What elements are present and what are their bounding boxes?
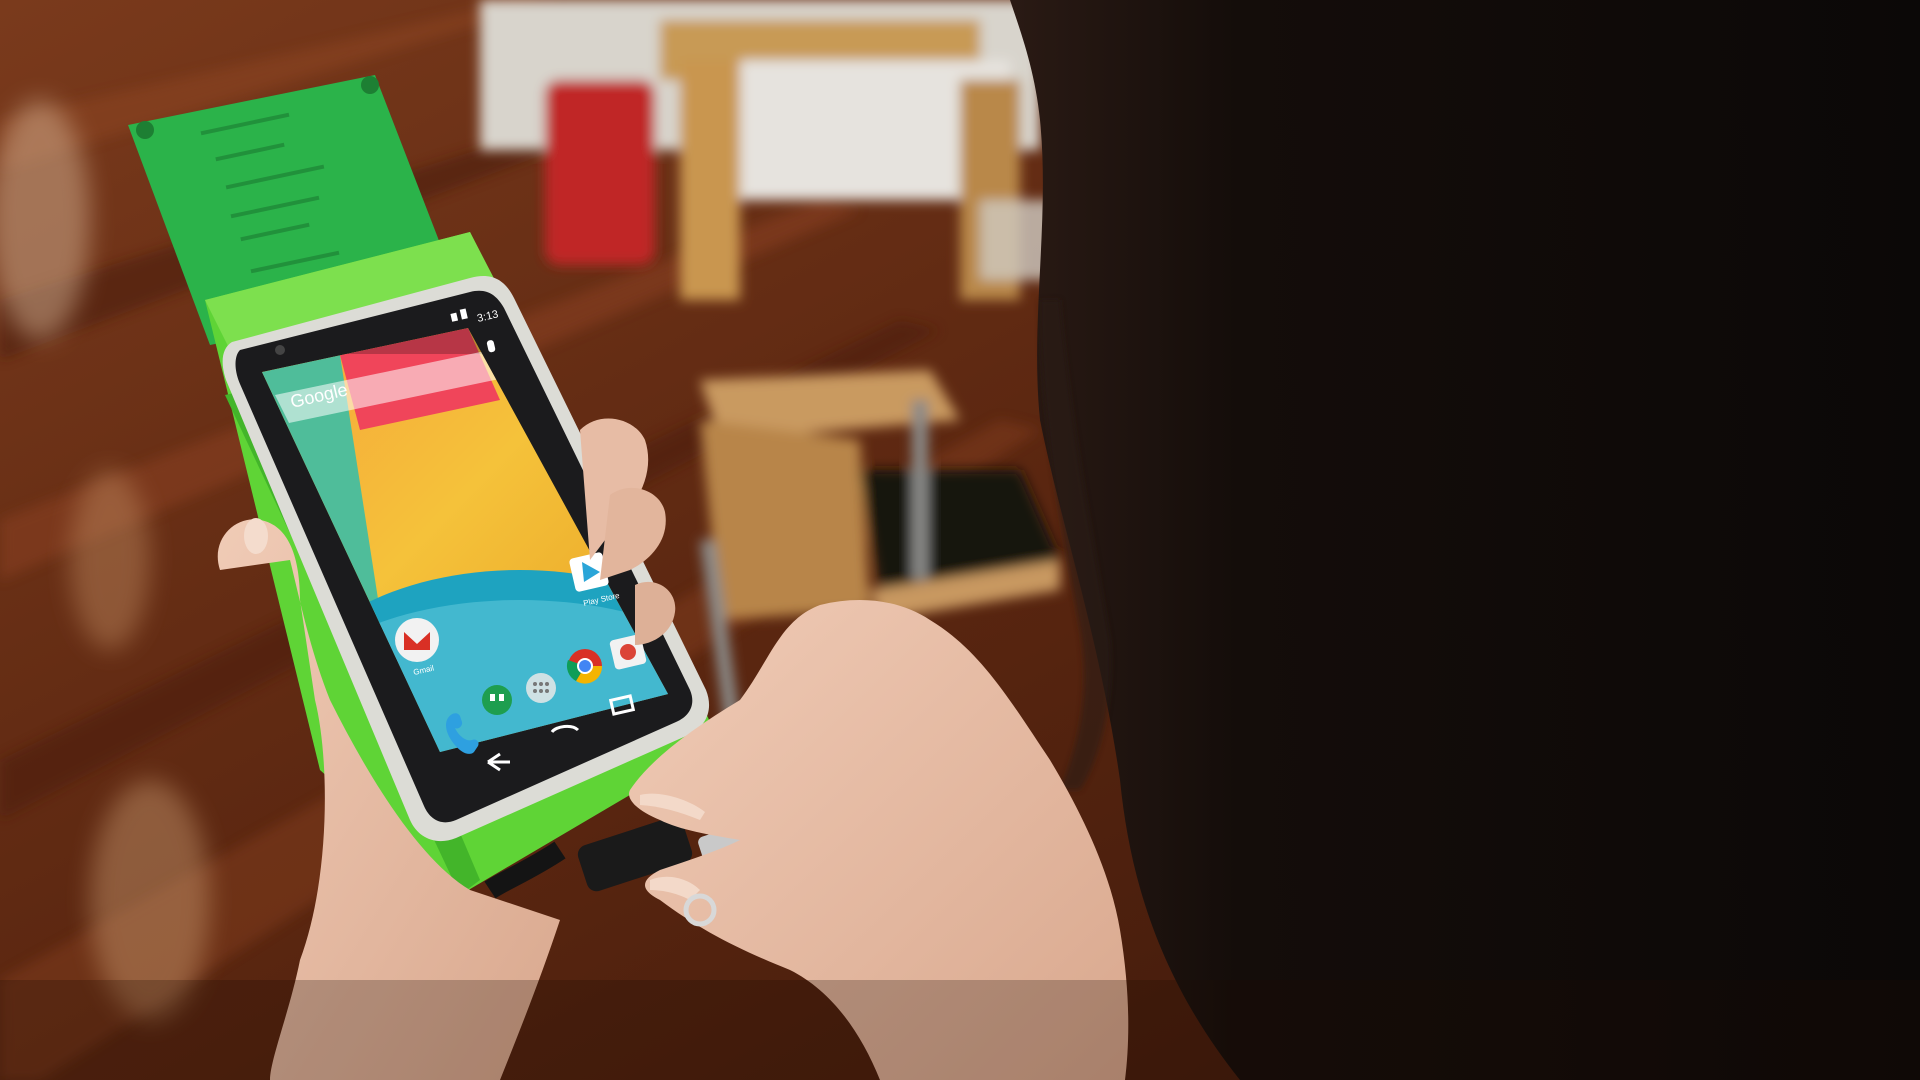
hangouts-icon[interactable] [482, 685, 512, 715]
vignette [0, 980, 1920, 1080]
app-drawer-icon[interactable] [526, 673, 556, 703]
photo-scene: 3:13 Google Play Store Gmail [0, 0, 1920, 1080]
red-bin [545, 80, 655, 265]
gmail-icon[interactable] [395, 618, 439, 662]
front-camera-icon [275, 345, 285, 355]
